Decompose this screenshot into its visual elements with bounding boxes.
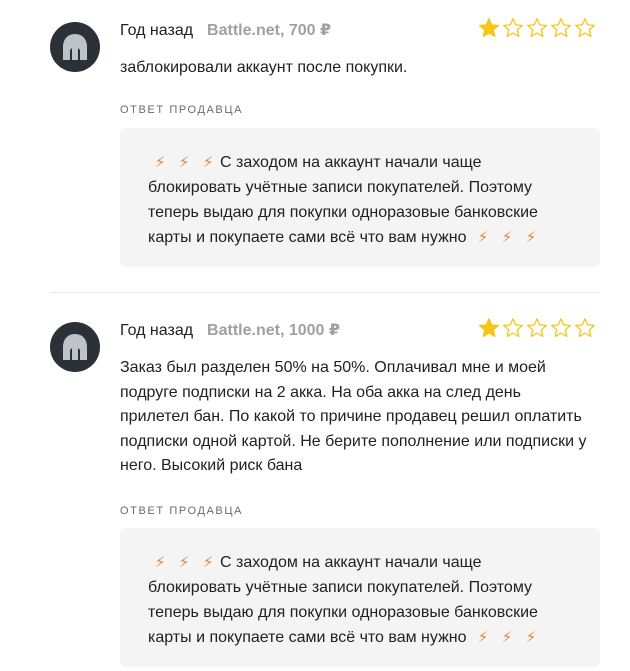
rating-stars bbox=[478, 317, 596, 339]
review-product[interactable]: Battle.net, 700 ₽ bbox=[207, 20, 331, 40]
helmet-icon bbox=[63, 34, 87, 60]
star-empty-icon bbox=[503, 18, 523, 38]
lightning-icon: ⚡ bbox=[202, 154, 214, 171]
lightning-icon: ⚡ bbox=[202, 554, 214, 571]
lightning-icon: ⚡ bbox=[501, 629, 513, 646]
lightning-icon: ⚡ bbox=[477, 629, 489, 646]
star-empty-icon bbox=[551, 18, 571, 38]
rating-stars bbox=[478, 17, 596, 39]
star-empty-icon bbox=[527, 318, 547, 338]
seller-reply-label: ОТВЕТ ПРОДАВЦА bbox=[120, 104, 244, 116]
seller-reply-box: ⚡ ⚡ ⚡ С заходом на аккаунт начали чаще блок… bbox=[120, 128, 600, 267]
seller-reply-text: ⚡ ⚡ ⚡ С заходом на аккаунт начали чаще блок… bbox=[148, 150, 572, 250]
review-date: Год назад bbox=[120, 22, 194, 39]
lightning-icon: ⚡ bbox=[477, 229, 489, 246]
star-empty-icon bbox=[551, 318, 571, 338]
review-product[interactable]: Battle.net, 1000 ₽ bbox=[207, 320, 340, 340]
lightning-icon: ⚡ bbox=[525, 229, 537, 246]
review-meta: Год назад Battle.net, 1000 ₽ bbox=[120, 320, 340, 342]
avatar[interactable] bbox=[50, 22, 100, 72]
star-empty-icon bbox=[503, 318, 523, 338]
lightning-icon: ⚡ bbox=[178, 154, 190, 171]
star-empty-icon bbox=[527, 18, 547, 38]
seller-reply-label: ОТВЕТ ПРОДАВЦА bbox=[120, 505, 244, 517]
seller-reply-box: ⚡ ⚡ ⚡ С заходом на аккаунт начали чаще блок… bbox=[120, 528, 600, 667]
lightning-icon: ⚡ bbox=[154, 554, 166, 571]
lightning-icon: ⚡ bbox=[501, 229, 513, 246]
star-filled-icon bbox=[479, 18, 499, 38]
review-text: заблокировали аккаунт после покупки. bbox=[120, 59, 408, 76]
seller-reply-text: ⚡ ⚡ ⚡ С заходом на аккаунт начали чаще блок… bbox=[148, 550, 572, 650]
helmet-icon bbox=[63, 334, 87, 360]
star-empty-icon bbox=[575, 18, 595, 38]
lightning-icon: ⚡ bbox=[154, 154, 166, 171]
divider bbox=[50, 292, 600, 293]
review-date: Год назад bbox=[120, 322, 194, 339]
lightning-icon: ⚡ bbox=[525, 629, 537, 646]
star-empty-icon bbox=[575, 318, 595, 338]
lightning-icon: ⚡ bbox=[178, 554, 190, 571]
review-meta: Год назад Battle.net, 700 ₽ bbox=[120, 20, 331, 42]
star-filled-icon bbox=[479, 318, 499, 338]
avatar[interactable] bbox=[50, 322, 100, 372]
review-text: Заказ был разделен 50% на 50%. Оплачивал… bbox=[120, 359, 587, 474]
